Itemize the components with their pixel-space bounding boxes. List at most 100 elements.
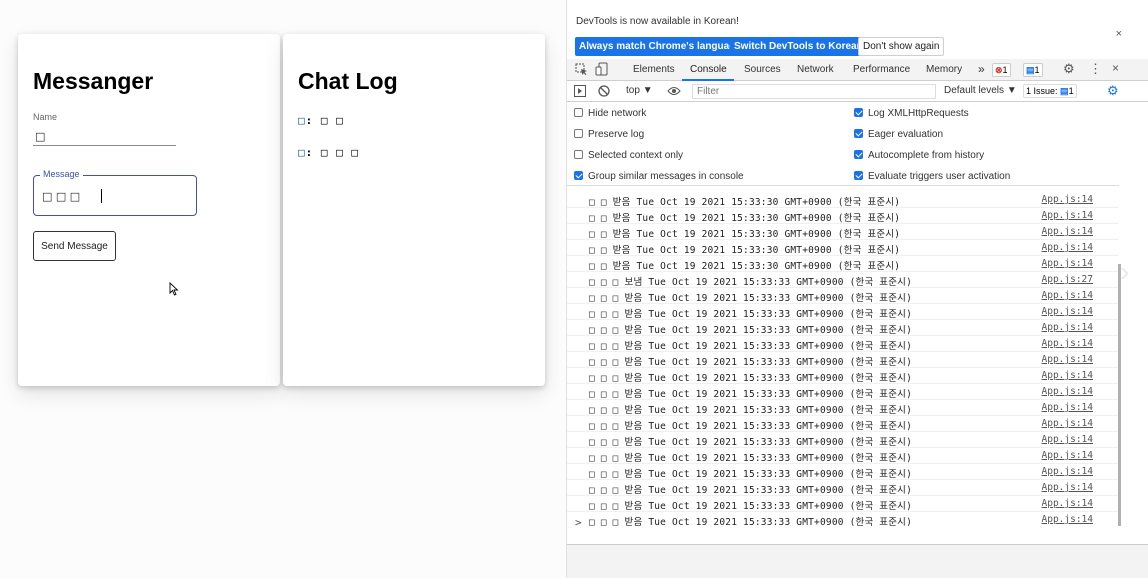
option-label: Group similar messages in console	[588, 171, 744, 182]
issue-icon: ▤	[1060, 86, 1069, 96]
console-source-link[interactable]: App.js:27	[1042, 274, 1093, 285]
preserve-log-option[interactable]: Preserve log	[574, 129, 644, 140]
log-xhr-option[interactable]: Log XMLHttpRequests	[854, 108, 969, 119]
message-label: Message	[40, 169, 83, 179]
evaluate-triggers-option[interactable]: Evaluate triggers user activation	[854, 171, 1010, 182]
tab-elements[interactable]: Elements	[633, 64, 675, 75]
autocomplete-history-option[interactable]: Autocomplete from history	[854, 150, 984, 161]
console-message-row: □ □ □ 받음 Tue Oct 19 2021 15:33:33 GMT+09…	[567, 416, 1119, 432]
message-field[interactable]: Message	[33, 169, 197, 216]
console-source-link[interactable]: App.js:14	[1042, 402, 1093, 413]
console-prompt[interactable]: >	[575, 516, 582, 529]
tab-sources[interactable]: Sources	[744, 64, 781, 75]
console-source-link[interactable]: App.js:14	[1042, 354, 1093, 365]
name-input[interactable]	[33, 128, 176, 146]
console-settings-gear-icon[interactable]: ⚙	[1107, 83, 1119, 99]
console-message-row: □ □ □ 받음 Tue Oct 19 2021 15:33:33 GMT+09…	[567, 432, 1119, 448]
console-message-row: □ □ □ 받음 Tue Oct 19 2021 15:33:33 GMT+09…	[567, 496, 1119, 512]
console-source-link[interactable]: App.js:14	[1042, 514, 1093, 525]
selected-context-only-option[interactable]: Selected context only	[574, 150, 683, 161]
console-source-link[interactable]: App.js:14	[1042, 498, 1093, 509]
checkbox[interactable]	[574, 150, 583, 159]
message-count-badge[interactable]: ▤1	[1023, 63, 1043, 77]
console-message-text: □ □ 받음 Tue Oct 19 2021 15:33:30 GMT+0900…	[589, 245, 901, 256]
console-scrollbar[interactable]	[1118, 264, 1121, 526]
context-selector[interactable]: top ▼	[626, 85, 653, 96]
sidebar-toggle-icon[interactable]	[574, 85, 586, 97]
console-source-link[interactable]: App.js:14	[1042, 482, 1093, 493]
console-source-link[interactable]: App.js:14	[1042, 210, 1093, 221]
checkbox-checked[interactable]	[574, 171, 583, 180]
console-message-row: □ □ □ 받음 Tue Oct 19 2021 15:33:33 GMT+09…	[567, 400, 1119, 416]
console-source-link[interactable]: App.js:14	[1042, 434, 1093, 445]
checkbox-checked[interactable]	[854, 150, 863, 159]
context-value: top	[626, 85, 640, 96]
console-source-link[interactable]: App.js:14	[1042, 258, 1093, 269]
log-levels-value: Default levels	[944, 85, 1005, 96]
chat-log-text: □ □	[320, 114, 344, 127]
console-source-link[interactable]: App.js:14	[1042, 290, 1093, 301]
console-message-row: □ □ □ 받음 Tue Oct 19 2021 15:33:33 GMT+09…	[567, 368, 1119, 384]
tab-console[interactable]: Console	[690, 64, 727, 75]
name-label: Name	[33, 112, 58, 122]
checkbox[interactable]	[574, 108, 583, 117]
message-count: 1	[1034, 65, 1040, 75]
eager-evaluation-option[interactable]: Eager evaluation	[854, 129, 943, 140]
hide-network-option[interactable]: Hide network	[574, 108, 646, 119]
settings-gear-icon[interactable]: ⚙	[1063, 61, 1075, 77]
console-source-link[interactable]: App.js:14	[1042, 322, 1093, 333]
clear-console-icon[interactable]	[598, 85, 610, 97]
console-message-row: □ □ 받음 Tue Oct 19 2021 15:33:30 GMT+0900…	[567, 256, 1119, 272]
match-language-button[interactable]: Always match Chrome's language	[575, 37, 745, 56]
chat-log-title: Chat Log	[298, 68, 398, 94]
chevron-down-icon: ▼	[642, 85, 653, 96]
log-levels-dropdown[interactable]: Default levels ▼	[944, 85, 1017, 96]
banner-close-icon[interactable]: ×	[1116, 28, 1122, 40]
console-source-link[interactable]: App.js:14	[1042, 306, 1093, 317]
error-icon: ⊗	[995, 65, 1003, 75]
console-message-row: □ □ □ 받음 Tue Oct 19 2021 15:33:33 GMT+09…	[567, 512, 1119, 526]
checkbox-checked[interactable]	[854, 129, 863, 138]
issues-button[interactable]: 1 Issue: ▤1	[1023, 84, 1077, 98]
devtools-panel: DevTools is now available in Korean! × A…	[566, 0, 1148, 578]
console-source-link[interactable]: App.js:14	[1042, 370, 1093, 381]
console-source-link[interactable]: App.js:14	[1042, 386, 1093, 397]
console-message-row: □ □ □ 받음 Tue Oct 19 2021 15:33:33 GMT+09…	[567, 480, 1119, 496]
console-message-text: □ □ □ 받음 Tue Oct 19 2021 15:33:33 GMT+09…	[589, 501, 913, 512]
console-source-link[interactable]: App.js:14	[1042, 418, 1093, 429]
dont-show-again-button[interactable]: Don't show again	[858, 37, 945, 56]
console-source-link[interactable]: App.js:14	[1042, 338, 1093, 349]
send-message-button[interactable]: Send Message	[33, 231, 116, 261]
checkbox-checked[interactable]	[854, 171, 863, 180]
devtools-drawer	[567, 544, 1148, 578]
device-toolbar-icon[interactable]	[595, 62, 608, 76]
inspect-element-icon[interactable]	[575, 63, 588, 76]
message-input[interactable]	[42, 188, 182, 204]
checkbox[interactable]	[574, 129, 583, 138]
option-label: Preserve log	[588, 129, 645, 140]
live-expression-eye-icon[interactable]	[667, 86, 681, 96]
messenger-card: Messanger Name Message Send Message	[18, 34, 280, 386]
more-tabs-icon[interactable]: »	[978, 62, 985, 76]
error-count-badge[interactable]: ⊗1	[992, 63, 1011, 77]
switch-to-korean-button[interactable]: Switch DevTools to Korean	[730, 37, 867, 56]
console-source-link[interactable]: App.js:14	[1042, 194, 1093, 205]
console-source-link[interactable]: App.js:14	[1042, 466, 1093, 477]
tab-memory[interactable]: Memory	[926, 64, 962, 75]
console-filter-input[interactable]: Filter	[692, 84, 936, 99]
chevron-down-icon: ▼	[1006, 85, 1017, 96]
close-devtools-icon[interactable]: ×	[1112, 61, 1119, 75]
console-message-row: □ □ □ 보냄 Tue Oct 19 2021 15:33:33 GMT+09…	[567, 272, 1119, 288]
console-message-text: □ □ 받음 Tue Oct 19 2021 15:33:30 GMT+0900…	[589, 197, 901, 208]
tab-network[interactable]: Network	[797, 64, 834, 75]
group-similar-option[interactable]: Group similar messages in console	[574, 171, 744, 182]
more-options-icon[interactable]: ⋮	[1089, 61, 1102, 77]
console-message-text: □ □ 받음 Tue Oct 19 2021 15:33:30 GMT+0900…	[589, 229, 901, 240]
console-source-link[interactable]: App.js:14	[1042, 226, 1093, 237]
chat-log-sender: □	[298, 146, 306, 159]
console-source-link[interactable]: App.js:14	[1042, 450, 1093, 461]
option-label: Evaluate triggers user activation	[868, 171, 1011, 182]
console-source-link[interactable]: App.js:14	[1042, 242, 1093, 253]
checkbox-checked[interactable]	[854, 108, 863, 117]
tab-performance[interactable]: Performance	[853, 64, 910, 75]
